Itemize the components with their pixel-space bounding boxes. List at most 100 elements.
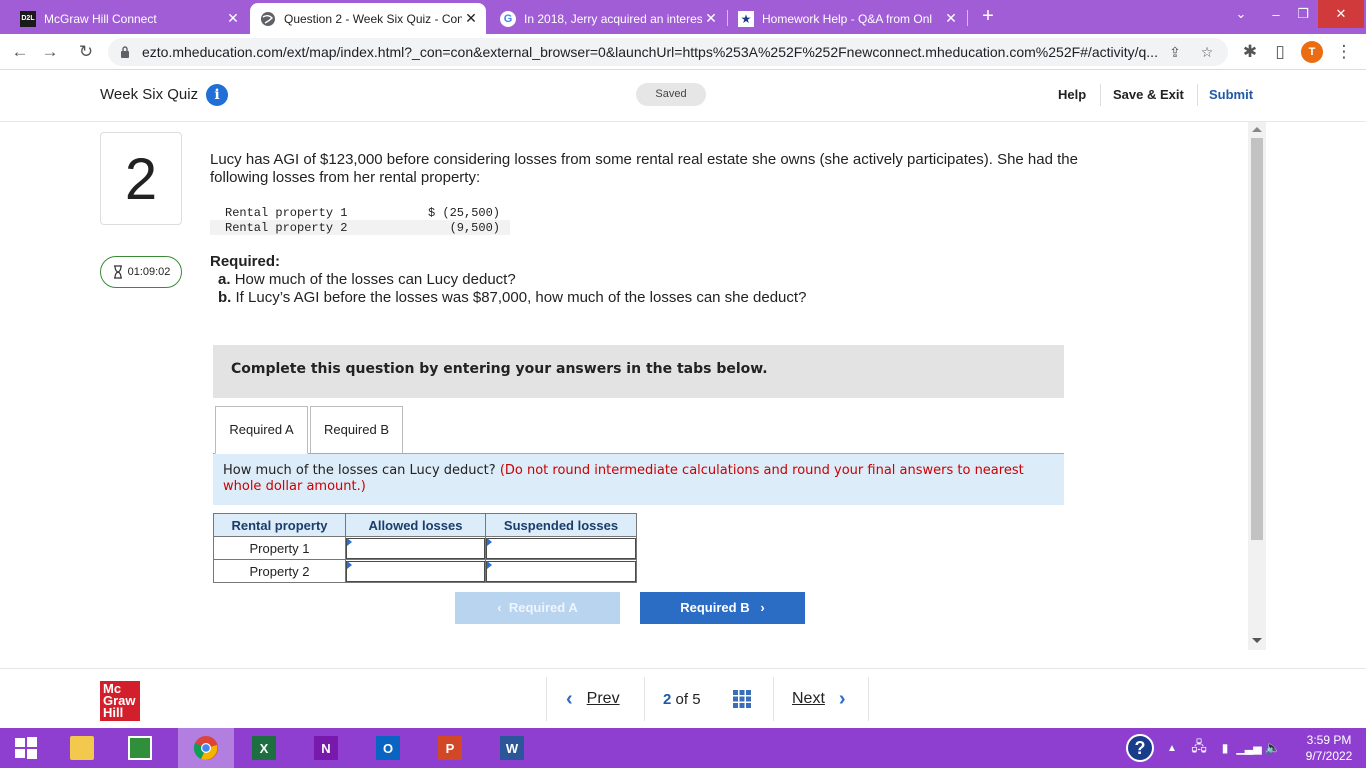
browser-tab-google[interactable]: G In 2018, Jerry acquired an interes ✕ <box>490 3 726 34</box>
windows-taskbar: X N O P W ? ▲ 🖧 ▮ ▁▃▅ 🔈 3:59 PM 9/7/2022 <box>0 728 1366 768</box>
close-tab-icon[interactable]: ✕ <box>942 10 960 27</box>
tab-required-b[interactable]: Required B <box>310 406 403 454</box>
help-tray-button[interactable]: ? <box>1122 728 1158 768</box>
taskbar-word[interactable]: W <box>486 728 538 768</box>
question-number: 2 <box>100 132 182 225</box>
browser-tab-connect[interactable]: D2L McGraw Hill Connect ✕ <box>10 3 248 34</box>
forward-arrow-icon[interactable]: → <box>40 42 60 62</box>
input-marker-icon <box>487 538 492 546</box>
url-omnibox[interactable]: ezto.mheducation.com/ext/map/index.html?… <box>108 38 1228 66</box>
footer-divider <box>546 677 547 721</box>
taskbar-store[interactable] <box>114 728 166 768</box>
restore-icon[interactable]: ❐ <box>1292 0 1314 28</box>
network-status-icon[interactable]: 🖧 <box>1186 728 1212 768</box>
allowed-losses-cell <box>345 559 486 583</box>
browser-tab-homework-help[interactable]: ★ Homework Help - Q&A from Onl ✕ <box>728 3 966 34</box>
save-exit-link[interactable]: Save & Exit <box>1113 87 1184 102</box>
taskbar-chrome[interactable] <box>178 728 234 768</box>
grid-icon <box>733 690 751 708</box>
reload-icon[interactable]: ↻ <box>76 42 96 62</box>
footer-divider <box>773 677 774 721</box>
browser-tab-quiz[interactable]: Question 2 - Week Six Quiz - Con ✕ <box>250 3 486 34</box>
timer-value: 01:09:02 <box>127 266 171 278</box>
next-question-button[interactable]: Next › <box>792 679 846 719</box>
required-b-prefix: b. <box>218 289 232 306</box>
close-tab-icon[interactable]: ✕ <box>462 10 480 27</box>
required-a-body: How much of the losses can Lucy deduct? <box>234 271 516 288</box>
new-tab-icon[interactable]: + <box>978 6 998 28</box>
tab-search-icon[interactable]: ⌄ <box>1230 0 1252 28</box>
quiz-title: Week Six Quiz <box>100 86 199 103</box>
extensions-puzzle-icon[interactable]: ✱ <box>1240 42 1260 62</box>
bookmark-star-icon[interactable]: ☆ <box>1198 43 1216 61</box>
close-tab-icon[interactable]: ✕ <box>702 10 720 27</box>
start-button[interactable] <box>0 728 52 768</box>
lock-icon <box>121 46 129 58</box>
rental-loss-value: $ (25,500) <box>427 206 500 220</box>
tab-required-a[interactable]: Required A <box>215 406 308 454</box>
suspended-losses-input-property-1[interactable] <box>486 537 636 559</box>
footer-divider <box>868 677 869 721</box>
chevron-right-icon: › <box>838 687 846 710</box>
prev-question-button[interactable]: ‹ Prev <box>566 679 620 719</box>
header-divider <box>1197 84 1198 106</box>
info-icon[interactable]: i <box>206 84 228 106</box>
page-total: 5 <box>692 690 701 708</box>
instructions-banner: Complete this question by entering your … <box>213 345 1064 398</box>
tab-separator <box>967 10 968 26</box>
prev-required-a-button[interactable]: ‹ Required A <box>455 592 620 624</box>
wifi-signal-icon[interactable]: ▁▃▅ <box>1236 728 1261 768</box>
allowed-losses-input-property-1[interactable] <box>346 537 485 559</box>
required-b-text: b. If Lucy’s AGI before the losses was $… <box>218 289 806 306</box>
star-favicon-icon: ★ <box>738 10 754 27</box>
row-label: Property 1 <box>213 536 346 560</box>
row-label: Property 2 <box>213 559 346 583</box>
mcgraw-hill-logo: Mc Graw Hill <box>100 681 140 721</box>
required-a-text: a. How much of the losses can Lucy deduc… <box>218 271 516 288</box>
tab-title: Homework Help - Q&A from Onl <box>762 11 933 26</box>
column-header: Allowed losses <box>345 513 486 537</box>
suspended-losses-cell <box>485 559 637 583</box>
back-arrow-icon[interactable]: ← <box>10 42 30 62</box>
next-label: Next <box>792 690 825 707</box>
profile-avatar[interactable]: T <box>1301 41 1323 63</box>
content-scrollbar[interactable] <box>1248 122 1266 650</box>
battery-icon[interactable]: ▮ <box>1214 728 1236 768</box>
help-link[interactable]: Help <box>1058 87 1086 102</box>
question-grid-button[interactable] <box>732 679 752 719</box>
taskbar-excel[interactable]: X <box>238 728 290 768</box>
chevron-right-icon: › <box>760 600 765 615</box>
answer-table: Rental property Allowed losses Suspended… <box>213 513 637 583</box>
scroll-up-icon[interactable] <box>1252 127 1262 132</box>
scrollbar-thumb[interactable] <box>1251 138 1263 540</box>
question-content: 2 01:09:02 Lucy has AGI of $123,000 befo… <box>0 122 1246 668</box>
rental-loss-table: Rental property 1 $ (25,500) Rental prop… <box>210 205 510 235</box>
taskbar-outlook[interactable]: O <box>362 728 414 768</box>
taskbar-powerpoint[interactable]: P <box>424 728 476 768</box>
browser-menu-icon[interactable]: ⋮ <box>1334 42 1354 62</box>
rental-loss-label: Rental property 2 <box>225 221 348 235</box>
next-required-b-button[interactable]: Required B › <box>640 592 805 624</box>
address-bar: ← → ↻ ezto.mheducation.com/ext/map/index… <box>0 34 1366 70</box>
rental-loss-row: Rental property 1 $ (25,500) <box>210 205 510 220</box>
volume-muted-icon[interactable]: 🔈 <box>1262 728 1284 768</box>
suspended-losses-cell <box>485 536 637 560</box>
show-hidden-icons-icon[interactable]: ▲ <box>1162 728 1182 768</box>
share-icon[interactable]: ⇪ <box>1166 43 1184 61</box>
allowed-losses-cell <box>345 536 486 560</box>
taskbar-file-explorer[interactable] <box>56 728 108 768</box>
reading-list-icon[interactable]: ▯ <box>1270 42 1290 62</box>
submit-link[interactable]: Submit <box>1209 87 1253 102</box>
system-clock[interactable]: 3:59 PM 9/7/2022 <box>1296 732 1362 764</box>
required-b-body: If Lucy’s AGI before the losses was $87,… <box>235 289 807 306</box>
scroll-down-icon[interactable] <box>1252 638 1262 643</box>
close-tab-icon[interactable]: ✕ <box>224 10 242 27</box>
powerpoint-icon: P <box>438 736 462 760</box>
google-favicon-icon: G <box>500 10 516 27</box>
suspended-losses-input-property-2[interactable] <box>486 560 636 582</box>
minimize-icon[interactable]: – <box>1265 0 1287 28</box>
required-heading: Required: <box>210 253 281 270</box>
allowed-losses-input-property-2[interactable] <box>346 560 485 582</box>
taskbar-onenote[interactable]: N <box>300 728 352 768</box>
close-window-icon[interactable]: ✕ <box>1318 0 1364 28</box>
